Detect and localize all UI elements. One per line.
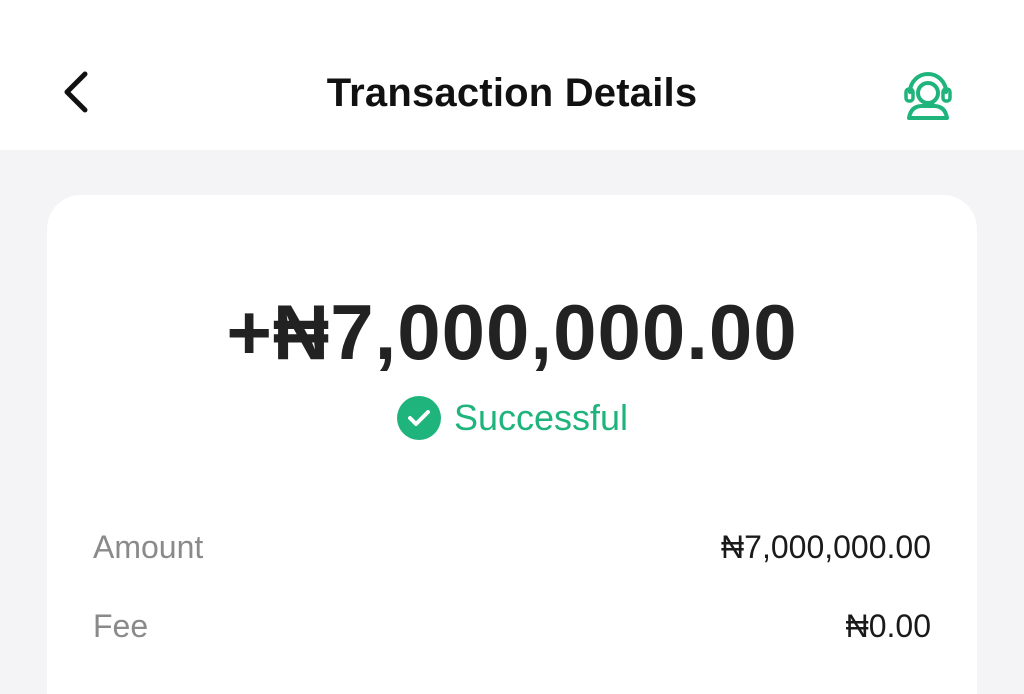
status-indicator: Successful (47, 395, 977, 441)
detail-row-fee: Fee ₦0.00 (93, 604, 931, 648)
page-title: Transaction Details (326, 71, 698, 115)
detail-label: Amount (93, 528, 204, 565)
customer-support-icon (904, 72, 952, 120)
detail-value: ₦0.00 (845, 607, 931, 644)
detail-value: ₦7,000,000.00 (721, 528, 931, 565)
transaction-amount: +₦7,000,000.00 (226, 288, 798, 376)
customer-support-button[interactable] (898, 64, 958, 124)
status-text: Successful (453, 397, 629, 438)
check-circle-icon (396, 396, 441, 440)
detail-row-amount: Amount ₦7,000,000.00 (93, 525, 931, 569)
transaction-card: +₦7,000,000.00 Successful Amount ₦7,000,… (47, 195, 977, 694)
top-app-bar: Transaction Details (0, 0, 1024, 150)
detail-label: Fee (93, 607, 149, 644)
